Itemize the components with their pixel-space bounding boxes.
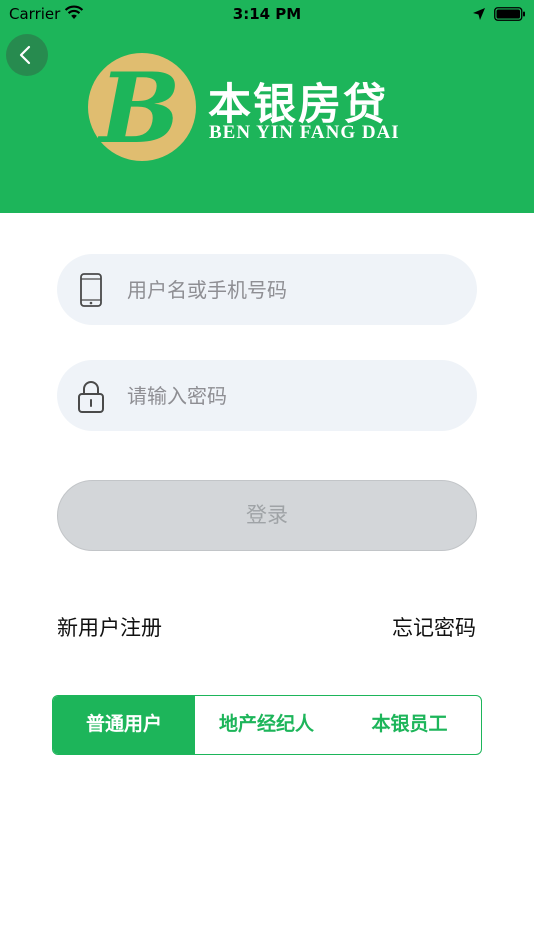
user-type-regular[interactable]: 普通用户: [53, 696, 195, 754]
login-button[interactable]: 登录: [57, 480, 477, 551]
phone-icon: [77, 272, 105, 312]
chevron-left-icon: [19, 45, 31, 65]
username-input[interactable]: [127, 254, 457, 325]
back-button[interactable]: [6, 34, 48, 76]
battery-icon: [494, 6, 526, 25]
brand-logo: B 本银房贷 BEN YIN FANG DAI: [88, 50, 448, 166]
register-link[interactable]: 新用户注册: [57, 612, 162, 642]
user-type-agent[interactable]: 地产经纪人: [195, 696, 338, 754]
logo-letter: B: [96, 52, 180, 162]
lock-icon: [77, 378, 105, 418]
password-input[interactable]: [127, 360, 457, 431]
username-field[interactable]: [57, 254, 477, 325]
user-type-selector: 普通用户 地产经纪人 本银员工: [52, 695, 482, 755]
logo-mark: B: [88, 52, 196, 162]
forgot-password-link[interactable]: 忘记密码: [392, 612, 476, 642]
header: Carrier 3:14 PM B 本银房贷 BEN YIN FANG DAI: [0, 0, 534, 213]
user-type-staff[interactable]: 本银员工: [338, 696, 481, 754]
location-arrow-icon: [472, 6, 486, 25]
status-bar: Carrier 3:14 PM: [0, 0, 534, 28]
brand-name-en: BEN YIN FANG DAI: [209, 122, 400, 143]
password-field[interactable]: [57, 360, 477, 431]
status-time: 3:14 PM: [232, 5, 302, 23]
